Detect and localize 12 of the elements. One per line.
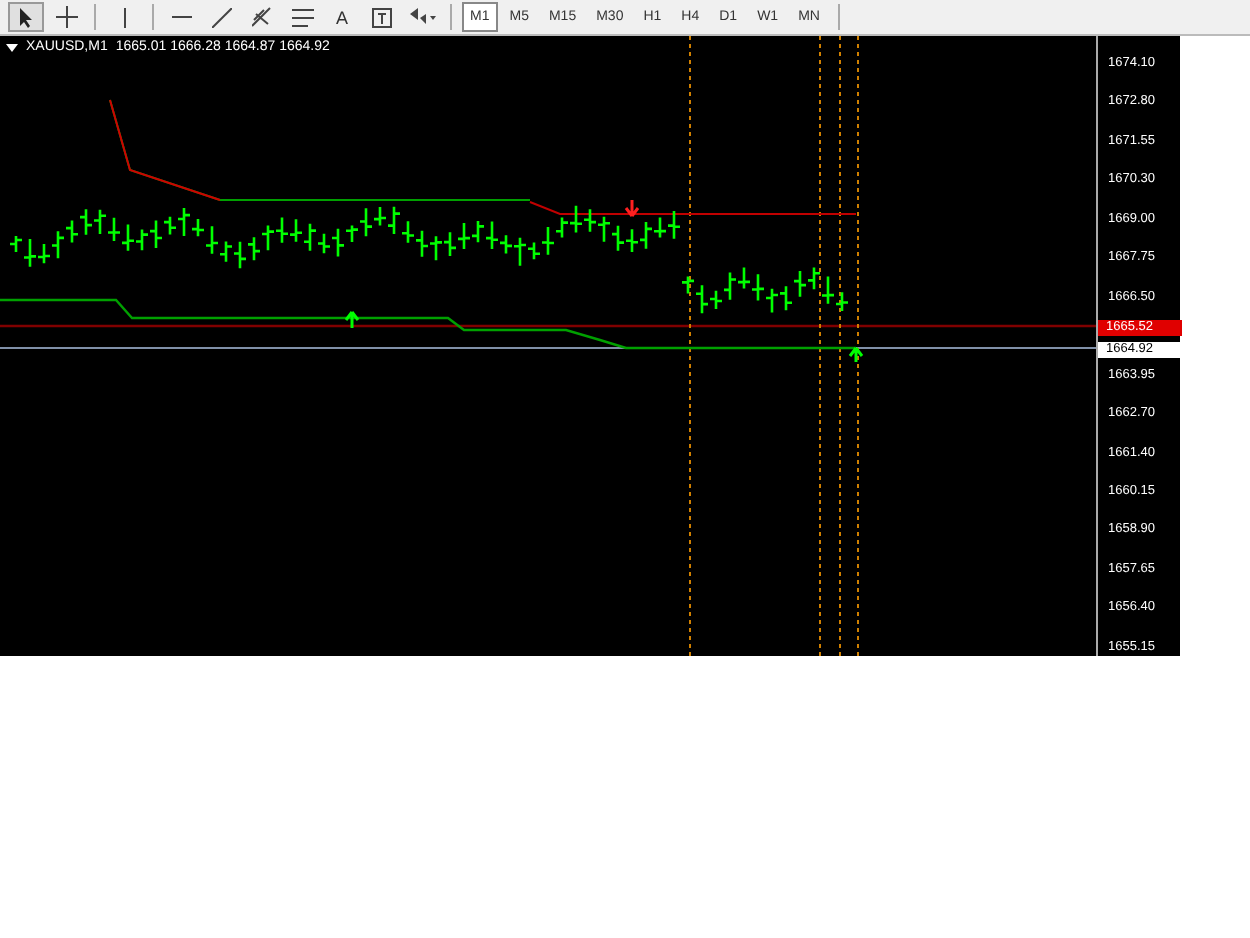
fibonacci-icon — [251, 6, 273, 28]
vertical-line-icon — [121, 7, 127, 27]
cursor-icon — [18, 7, 34, 27]
trendline-icon — [212, 7, 232, 27]
arrows-dropdown-icon — [409, 8, 435, 26]
text-tool[interactable]: A — [324, 2, 360, 32]
dropdown-triangle-icon[interactable] — [6, 43, 18, 51]
crosshair-icon — [55, 6, 77, 28]
text-label-icon — [372, 7, 392, 27]
channel-icon — [291, 7, 313, 27]
tool-button[interactable] — [8, 2, 44, 32]
horizontal-line-icon — [172, 14, 192, 20]
